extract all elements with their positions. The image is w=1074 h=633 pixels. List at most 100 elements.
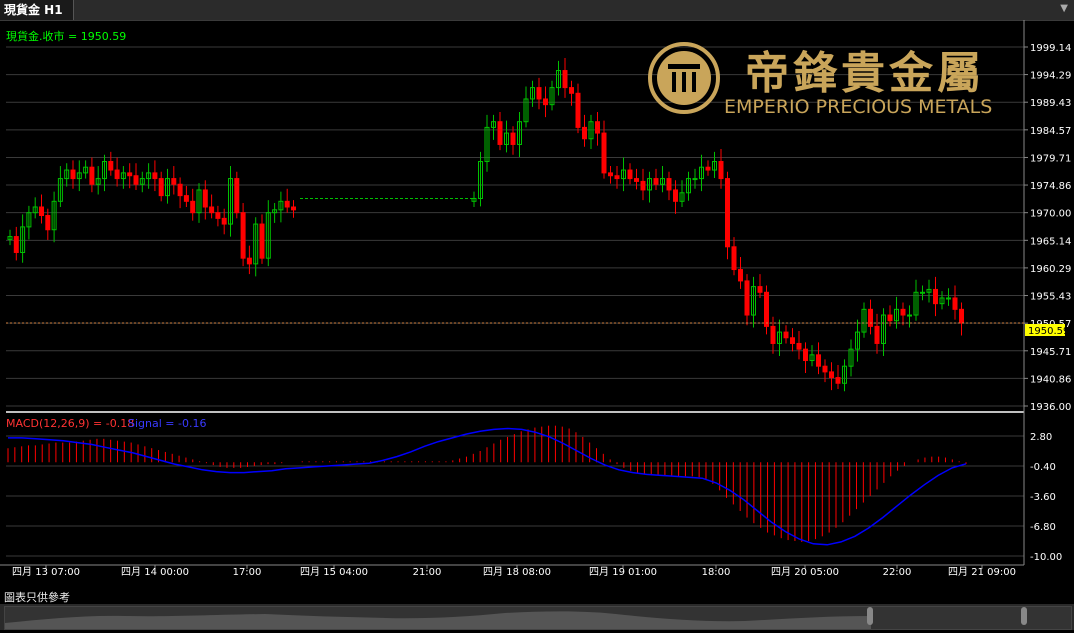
candle-down <box>259 223 265 259</box>
y-tick-label: 1974.86 <box>1030 181 1071 192</box>
candle-down <box>158 178 164 197</box>
candle-down <box>562 70 568 89</box>
candle-down <box>183 195 189 202</box>
time-x-ticks: 四月 13 07:00 四月 14 00:00 17:00 四月 15 04:00 21… <box>12 565 1016 578</box>
candle-down <box>608 172 613 177</box>
x-tick-label: 四月 18 08:00 <box>483 566 551 578</box>
candle-down <box>13 236 19 253</box>
candle-down <box>595 121 600 134</box>
grid-lines <box>6 46 1024 557</box>
candle-down <box>575 92 581 128</box>
candle-down <box>114 169 120 180</box>
x-tick-label: 18:00 <box>702 567 731 578</box>
macd-tick-label: -10.00 <box>1030 552 1062 563</box>
candle-down <box>796 342 802 350</box>
y-tick-label: 1984.57 <box>1030 126 1071 137</box>
candle-down <box>673 189 678 202</box>
candle-down <box>510 132 516 145</box>
candle-down <box>731 246 737 271</box>
candle-down <box>234 178 240 214</box>
y-tick-label: 1955.43 <box>1030 292 1071 303</box>
disclaimer-text: 圖表只供參考 <box>4 591 70 604</box>
macd-y-ticks: 2.80 -0.40 -3.60 -6.80 -10.00 <box>1030 432 1062 563</box>
x-tick-label: 四月 21 09:00 <box>948 566 1016 578</box>
candle-down <box>835 377 841 384</box>
candle-down <box>45 215 51 231</box>
candle-down <box>868 308 873 327</box>
candle-down <box>900 308 906 316</box>
macd-tick-label: -6.80 <box>1030 522 1056 533</box>
candle-down <box>764 291 769 327</box>
candle-down <box>108 161 114 171</box>
chevron-down-icon[interactable]: ▼ <box>1060 3 1068 14</box>
y-tick-label: 1989.43 <box>1030 98 1071 109</box>
candle-up <box>946 297 951 300</box>
macd-histogram <box>7 425 967 542</box>
candle-down <box>601 132 607 174</box>
y-tick-label: 1979.71 <box>1030 153 1071 164</box>
x-tick-label: 22:00 <box>883 567 912 578</box>
x-tick-label: 17:00 <box>233 567 262 578</box>
x-tick-label: 四月 14 00:00 <box>121 566 189 578</box>
candle-down <box>933 288 938 305</box>
y-tick-label: 1999.14 <box>1030 43 1071 54</box>
candle-down <box>221 217 227 225</box>
price-chart: 1999.14 1994.29 1989.43 1984.57 1979.71 1974.… <box>0 20 1071 578</box>
candle-down <box>816 354 821 367</box>
candle-down <box>887 314 893 322</box>
x-tick-label: 四月 13 07:00 <box>12 566 80 578</box>
price-y-ticks: 1999.14 1994.29 1989.43 1984.57 1979.71 1974.… <box>1024 43 1071 413</box>
logo-pillar-icon <box>672 72 676 92</box>
candle-up <box>692 178 698 181</box>
candle-down <box>70 169 76 180</box>
tab-chart-title[interactable]: 現貨金 H1 <box>0 0 74 20</box>
candle-down <box>738 269 743 282</box>
y-tick-label: 1945.71 <box>1030 347 1071 358</box>
y-tick-label: 1965.14 <box>1030 236 1071 247</box>
candle-down <box>640 180 646 191</box>
candle-down <box>215 212 221 219</box>
candle-down <box>803 348 808 362</box>
candle-down <box>705 166 711 171</box>
candle-down <box>133 175 139 185</box>
candle-down <box>829 371 834 379</box>
candle-down <box>725 178 730 248</box>
scrollbar-handle-right[interactable] <box>1021 607 1027 625</box>
watermark-english-name: EMPERIO PRECIOUS METALS <box>724 96 992 118</box>
macd-label: MACD(12,26,9) = -0.18 <box>6 417 134 430</box>
current-price-label: 1950.59 <box>1028 326 1069 337</box>
y-tick-label: 1940.86 <box>1030 374 1071 385</box>
chart-scrollbar[interactable] <box>0 604 1074 630</box>
candle-down <box>874 325 880 344</box>
x-tick-label: 四月 19 01:00 <box>589 566 657 578</box>
watermark-chinese-name: 帝鋒貴金屬 <box>745 48 985 99</box>
candle-down <box>152 172 158 180</box>
candle-down <box>757 286 763 293</box>
candle-down <box>783 331 789 339</box>
macd-tick-label: 2.80 <box>1030 432 1052 443</box>
macd-tick-label: -3.60 <box>1030 492 1056 503</box>
scrollbar-handle-left[interactable] <box>867 607 873 625</box>
macd-tick-label: -0.40 <box>1030 462 1056 473</box>
candle-down <box>543 98 548 106</box>
scrollbar-preview <box>5 611 871 629</box>
candle-down <box>770 325 776 344</box>
candle-down <box>627 169 633 180</box>
candle-down <box>284 200 290 208</box>
x-tick-label: 21:00 <box>413 567 442 578</box>
candle-down <box>952 297 958 310</box>
candle-down <box>666 178 672 191</box>
scrollbar-track[interactable] <box>4 606 1072 630</box>
logo-roof-icon <box>668 64 700 69</box>
candle-down <box>246 257 252 265</box>
logo-pillar-icon <box>682 72 686 92</box>
watermark-logo: 帝鋒貴金屬 EMPERIO PRECIOUS METALS <box>648 42 992 118</box>
chart-footer: 圖表只供參考 <box>0 588 1074 630</box>
candle-down <box>744 280 750 316</box>
y-tick-label: 1994.29 <box>1030 71 1071 82</box>
candle-down <box>718 161 724 180</box>
candle-down <box>202 189 208 208</box>
price-panel-label: 現貨金.收市 = 1950.59 <box>6 29 126 43</box>
candle-down <box>653 178 659 185</box>
candle-down <box>190 200 196 214</box>
